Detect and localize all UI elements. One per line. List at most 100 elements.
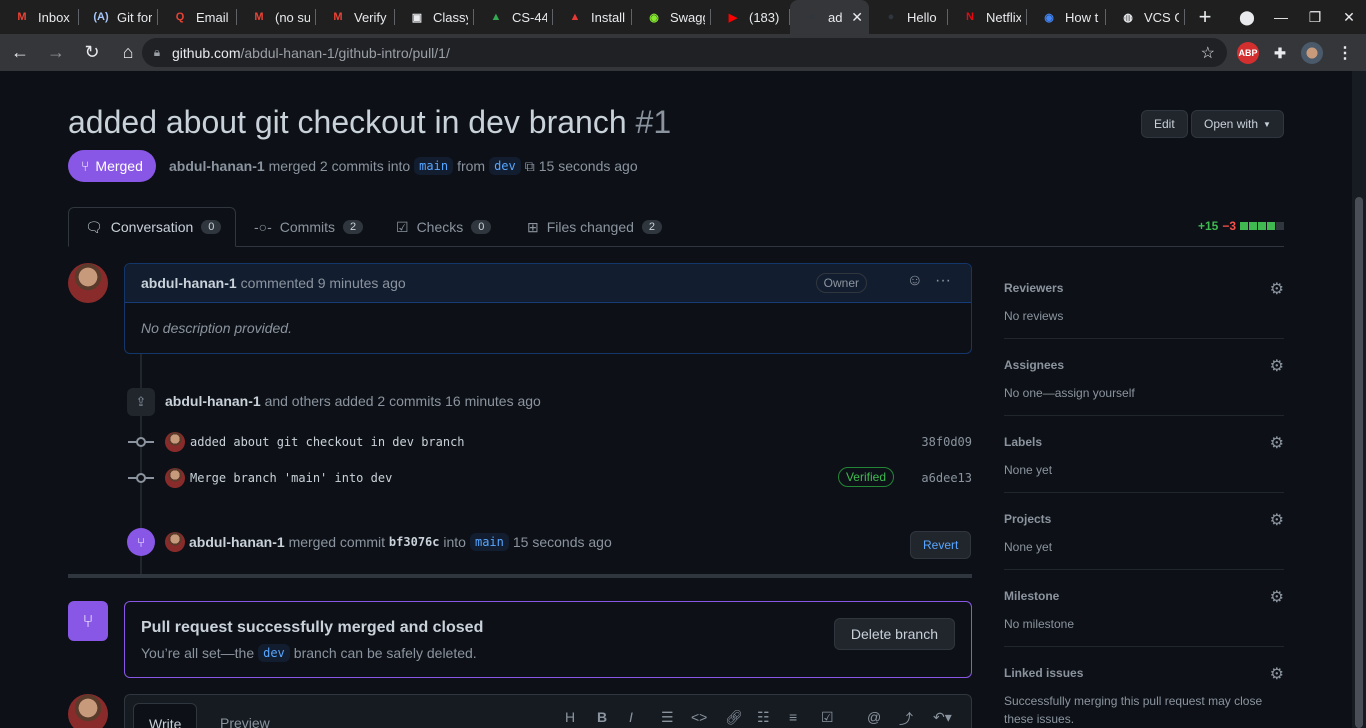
quote-icon[interactable]: ☰ <box>661 709 674 726</box>
sidebar-heading[interactable]: Projects <box>1004 512 1051 526</box>
bookmark-star-icon[interactable]: ☆ <box>1201 43 1215 63</box>
commits-event-author[interactable]: abdul-hanan-1 <box>165 393 261 409</box>
kebab-menu-icon[interactable]: ··· <box>935 272 951 290</box>
sidebar-heading[interactable]: Linked issues <box>1004 666 1083 680</box>
gear-icon[interactable]: ⚙ <box>1270 664 1284 684</box>
browser-tab[interactable]: ◉ How t <box>1027 0 1106 34</box>
gear-icon[interactable]: ⚙ <box>1270 433 1284 453</box>
commit-sha-link[interactable]: 38f0d09 <box>921 435 972 449</box>
gear-icon[interactable]: ⚙ <box>1270 356 1284 376</box>
italic-icon[interactable]: I <box>629 709 633 725</box>
browser-tab[interactable]: ● Hello <box>869 0 948 34</box>
open-with-button[interactable]: Open with ▼ <box>1191 110 1284 138</box>
tab-commits[interactable]: -○- Commits 2 <box>238 207 379 247</box>
avatar[interactable] <box>165 468 185 488</box>
address-bar[interactable]: 🔒︎ github.com/abdul-hanan-1/github-intro… <box>142 38 1227 67</box>
browser-tab[interactable]: M (no su <box>237 0 316 34</box>
reload-icon[interactable]: ↻ <box>76 37 108 69</box>
commit-message-link[interactable]: added about git checkout in dev branch <box>190 435 465 449</box>
gear-icon[interactable]: ⚙ <box>1270 587 1284 607</box>
close-window-icon[interactable]: ✕ <box>1332 9 1366 26</box>
close-tab-icon[interactable]: ✕ <box>851 9 863 26</box>
tab-search-icon[interactable]: ⬤ <box>1230 9 1264 26</box>
minimize-icon[interactable]: — <box>1264 9 1298 25</box>
write-tab[interactable]: Write <box>133 703 198 728</box>
browser-tab[interactable]: N Netflix <box>948 0 1027 34</box>
tab-title: Inbox <box>38 9 70 25</box>
browser-tab[interactable]: ◍ VCS G <box>1106 0 1185 34</box>
pr-time: 15 seconds ago <box>538 158 638 174</box>
browser-menu-icon[interactable]: ⋮ <box>1334 42 1356 64</box>
sidebar-heading[interactable]: Milestone <box>1004 589 1059 603</box>
sidebar-value[interactable]: No one—assign yourself <box>1004 384 1274 402</box>
smiley-reaction-icon[interactable]: ☺ <box>907 272 923 290</box>
browser-tab[interactable]: (A) Git for <box>79 0 158 34</box>
extensions-puzzle-icon[interactable]: ✚ <box>1269 42 1291 64</box>
browser-tab[interactable]: ▣ Classy <box>395 0 474 34</box>
cross-reference-icon[interactable]: ⤴ <box>899 709 913 728</box>
avatar[interactable] <box>165 432 185 452</box>
new-tab-button[interactable]: + <box>1185 4 1225 30</box>
edit-button[interactable]: Edit <box>1141 110 1188 138</box>
adblock-extension-icon[interactable]: ABP <box>1237 42 1259 64</box>
browser-tab[interactable]: M Verify <box>316 0 395 34</box>
gear-icon[interactable]: ⚙ <box>1270 510 1284 530</box>
browser-tab[interactable]: M Inbox <box>0 0 79 34</box>
browser-tab[interactable]: ▲ Install <box>553 0 632 34</box>
copy-icon[interactable]: ⧉ <box>525 158 535 175</box>
browser-tab[interactable]: ◉ Swagg <box>632 0 711 34</box>
verified-badge[interactable]: Verified <box>837 467 894 487</box>
browser-tab[interactable]: ▲ CS-44 <box>474 0 553 34</box>
comment-author[interactable]: abdul-hanan-1 <box>141 275 237 291</box>
commit-sha-link[interactable]: a6dee13 <box>921 471 972 485</box>
heading-icon[interactable]: H <box>565 709 575 725</box>
reply-icon[interactable]: ↶▾ <box>933 709 952 726</box>
browser-tab[interactable]: Q Email <box>158 0 237 34</box>
scrollbar-thumb[interactable] <box>1355 197 1363 728</box>
sidebar-heading[interactable]: Reviewers <box>1004 281 1063 295</box>
commit-icon: -○- <box>254 219 272 235</box>
base-branch-ref[interactable]: main <box>414 157 454 175</box>
tab-favicon-icon: (A) <box>93 11 109 23</box>
revert-button[interactable]: Revert <box>910 531 972 559</box>
mention-icon[interactable]: @ <box>867 709 881 725</box>
open-with-label: Open with <box>1204 117 1259 131</box>
browser-tab[interactable]: ▶ (183) <box>711 0 790 34</box>
delete-branch-button[interactable]: Delete branch <box>833 618 955 650</box>
forward-icon[interactable]: → <box>40 37 72 69</box>
gear-icon[interactable]: ⚙ <box>1270 279 1284 299</box>
avatar[interactable] <box>165 532 185 552</box>
sidebar-heading[interactable]: Assignees <box>1004 358 1064 372</box>
home-icon[interactable]: ⌂ <box>112 37 144 69</box>
bulleted-list-icon[interactable]: ☷ <box>757 709 770 726</box>
head-branch-ref[interactable]: dev <box>489 157 521 175</box>
browser-tab[interactable]: ● ad ✕ <box>790 0 869 34</box>
commit-message-link[interactable]: Merge branch 'main' into dev <box>190 471 392 485</box>
profile-avatar[interactable] <box>1301 42 1323 64</box>
merge-event-into: into <box>443 534 466 550</box>
numbered-list-icon[interactable]: ≡ <box>789 709 797 725</box>
preview-tab[interactable]: Preview <box>205 703 285 728</box>
pr-author-link[interactable]: abdul-hanan-1 <box>169 158 265 174</box>
sidebar-heading[interactable]: Labels <box>1004 435 1042 449</box>
tab-conversation[interactable]: 🗨︎ Conversation 0 <box>68 207 236 247</box>
merge-commit-link[interactable]: bf3076c <box>389 535 440 549</box>
bold-icon[interactable]: B <box>597 709 607 725</box>
browser-tab-strip: M Inbox (A) Git for Q Email M (no su M Verify ▣ Cla… <box>0 0 1366 34</box>
tab-files-changed[interactable]: ⊞ Files changed 2 <box>511 207 678 247</box>
code-icon[interactable]: <> <box>691 709 707 725</box>
merge-event-author[interactable]: abdul-hanan-1 <box>189 534 285 550</box>
commit-dot <box>136 473 146 483</box>
avatar[interactable] <box>68 694 108 728</box>
task-list-icon[interactable]: ☑ <box>821 709 834 726</box>
link-icon[interactable]: 🔗︎ <box>725 709 743 726</box>
avatar[interactable] <box>68 263 108 303</box>
back-icon[interactable]: ← <box>4 37 36 69</box>
page-scrollbar[interactable] <box>1352 71 1366 728</box>
merge-status-box: Pull request successfully merged and clo… <box>124 601 972 678</box>
tab-checks[interactable]: ☑ Checks 0 <box>380 207 507 247</box>
head-branch-ref[interactable]: dev <box>258 644 290 662</box>
maximize-icon[interactable]: ❐ <box>1298 9 1332 26</box>
tab-title: (183) <box>749 9 780 25</box>
base-branch-ref[interactable]: main <box>469 533 509 551</box>
